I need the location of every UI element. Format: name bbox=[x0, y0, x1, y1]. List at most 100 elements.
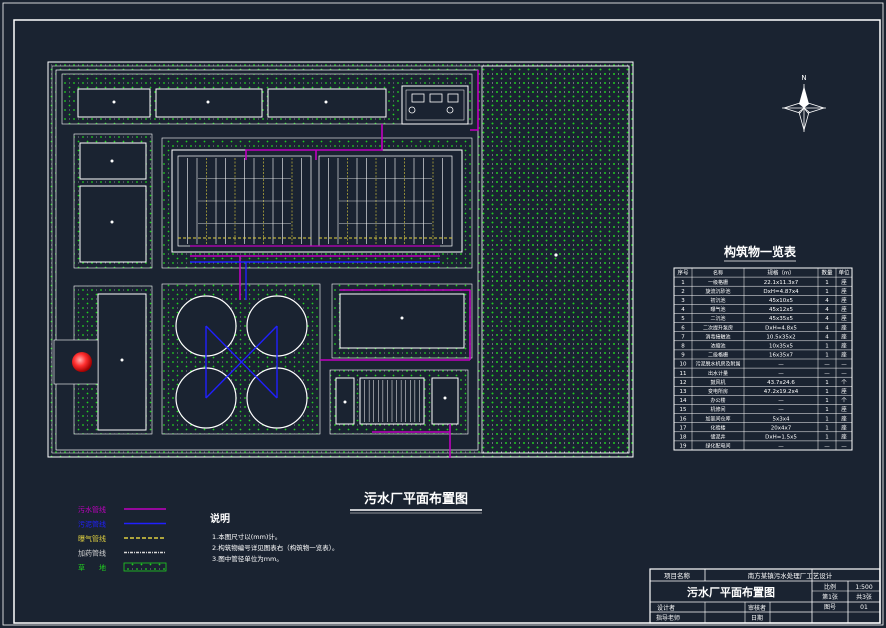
table-cell: 浓缩池 bbox=[710, 343, 725, 350]
tb-sheet-label: 第1张 bbox=[822, 593, 838, 601]
legend-item: 曝气管线 bbox=[78, 534, 166, 543]
legend-swatch bbox=[123, 562, 167, 572]
table-cell: DxH=4.8x5 bbox=[765, 325, 797, 331]
table-cell: 1 bbox=[825, 389, 829, 395]
table-cell: 4 bbox=[825, 334, 829, 340]
table-cell: 45x35x5 bbox=[769, 316, 794, 322]
table-cell: 16 bbox=[680, 416, 687, 422]
legend-label: 污泥管线 bbox=[78, 520, 106, 529]
table-cell: 1 bbox=[825, 280, 829, 286]
table-cell: 个 bbox=[841, 379, 847, 386]
equipment-room bbox=[431, 377, 459, 425]
table-cell: 1 bbox=[825, 398, 829, 404]
table-cell: 4 bbox=[825, 316, 829, 322]
table-cell: 消毒接触池 bbox=[705, 333, 730, 340]
table-cell: DxH=1.5x5 bbox=[765, 435, 797, 441]
notes-title: 说明 bbox=[210, 512, 230, 525]
table-cell: 旋流沉砂池 bbox=[705, 288, 730, 295]
table-cell: 座 bbox=[841, 287, 847, 295]
table-cell: 一级格栅 bbox=[708, 279, 728, 286]
lab-building bbox=[79, 185, 147, 263]
legend-item: 草 地 bbox=[78, 562, 167, 572]
table-cell: — bbox=[841, 371, 847, 377]
tb-project-name: 南方某镇污水处理厂工艺设计 bbox=[748, 571, 833, 580]
table-cell: 座 bbox=[841, 296, 847, 304]
lawn-area bbox=[481, 65, 630, 454]
table-cell: 座 bbox=[841, 278, 847, 286]
table-header-cell: 序号 bbox=[677, 269, 689, 277]
pipe-legend: 污水管线污泥管线曝气管线加药管线草 地 bbox=[78, 505, 167, 572]
table-cell: 8 bbox=[681, 344, 685, 350]
tb-sheet-total: 共3张 bbox=[856, 593, 872, 601]
table-cell: 47.2x19.2x4 bbox=[764, 389, 799, 395]
table-cell: 9 bbox=[681, 353, 685, 359]
table-cell: 4 bbox=[825, 325, 829, 331]
table-cell: 鼓风机 bbox=[710, 379, 725, 386]
legend-item: 加药管线 bbox=[78, 549, 166, 558]
tb-scale-value: 1:500 bbox=[855, 584, 872, 591]
table-cell: 1 bbox=[825, 425, 829, 431]
table-cell: — bbox=[824, 371, 830, 377]
table-cell: 二沉池 bbox=[710, 315, 725, 322]
main-title: 污水厂平面布置图 bbox=[364, 491, 468, 507]
table-cell: 19 bbox=[680, 444, 687, 450]
north-label: N bbox=[801, 74, 806, 82]
table-cell: 座 bbox=[841, 387, 847, 395]
table-header-cell: 名称 bbox=[713, 270, 723, 277]
title-block-text: 项目名称 南方某镇污水处理厂工艺设计 污水厂平面布置图 比例 1:500 第1张… bbox=[656, 571, 873, 622]
table-cell: 22.1x11.3x7 bbox=[764, 280, 799, 286]
table-cell: — bbox=[841, 444, 847, 450]
table-cell: 18 bbox=[680, 435, 687, 441]
legend-label: 污水管线 bbox=[78, 505, 106, 514]
table-cell: 化验楼 bbox=[710, 424, 725, 431]
table-cell: 座 bbox=[841, 414, 847, 422]
table-cell: 座 bbox=[841, 342, 847, 350]
table-cell: 17 bbox=[680, 425, 687, 431]
note-1: 1.本图尺寸以(mm)计。 bbox=[212, 532, 281, 541]
table-cell: 座 bbox=[841, 314, 847, 322]
table-cell: — bbox=[778, 371, 784, 377]
table-cell: 加氯间仓库 bbox=[705, 415, 730, 422]
table-cell: 1 bbox=[681, 280, 685, 286]
note-3: 3.图中管径单位为mm。 bbox=[212, 554, 283, 563]
table-cell: 1 bbox=[825, 353, 829, 359]
table-cell: — bbox=[841, 362, 847, 368]
table-cell: — bbox=[824, 444, 830, 450]
table-cell: 1 bbox=[825, 416, 829, 422]
table-cell: 6 bbox=[681, 325, 685, 331]
table-cell: 变电所房 bbox=[708, 388, 728, 395]
legend-label: 加药管线 bbox=[78, 549, 106, 558]
tb-project-label: 项目名称 bbox=[664, 571, 691, 580]
table-cell: — bbox=[778, 444, 784, 450]
tb-date-label: 日期 bbox=[751, 614, 763, 622]
structures-table: 构筑物一览表 序号 名称 规格（m） 数量 单位 1 一级格栅 22.1x11.3x7 1 座 2 旋… bbox=[673, 244, 853, 451]
table-cell: 4 bbox=[825, 307, 829, 313]
table-cell: 10x35x5 bbox=[769, 344, 794, 350]
table-cell: — bbox=[778, 407, 784, 413]
table-cell: 16x35x7 bbox=[769, 353, 794, 359]
table-cell: 20x4x7 bbox=[771, 425, 792, 431]
table-cell: 45x10x5 bbox=[769, 298, 794, 304]
table-cell: 座 bbox=[841, 433, 847, 441]
table-cell: 座 bbox=[841, 351, 847, 359]
table-cell: 办公楼 bbox=[710, 397, 725, 404]
table-cell: 1 bbox=[825, 344, 829, 350]
table-cell: 3 bbox=[681, 298, 685, 304]
table-cell: 座 bbox=[841, 405, 847, 413]
tb-scale-label: 比例 bbox=[824, 583, 836, 591]
table-cell: 10.5x35x2 bbox=[766, 334, 795, 340]
table-cell: 15 bbox=[680, 407, 687, 413]
tb-fig-value: 01 bbox=[860, 604, 868, 611]
table-cell: 10 bbox=[680, 362, 687, 368]
table-cell: 出水计量 bbox=[708, 370, 728, 377]
note-2: 2.构筑物编号详见图表右（构筑物一览表）。 bbox=[212, 543, 338, 552]
table-cell: — bbox=[824, 362, 830, 368]
table-cell: — bbox=[778, 362, 784, 368]
structures-table-grid: 序号 名称 规格（m） 数量 单位 1 一级格栅 22.1x11.3x7 1 座 2 旋流沉砂池 DxH… bbox=[673, 267, 853, 451]
table-cell: 座 bbox=[841, 423, 847, 431]
table-cell: DxH=4.87x4 bbox=[763, 289, 799, 295]
sludge-dewatering-house bbox=[97, 293, 147, 431]
table-cell: 个 bbox=[841, 397, 847, 404]
table-header-cell: 数量 bbox=[821, 269, 833, 277]
table-cell: 5 bbox=[681, 316, 685, 322]
